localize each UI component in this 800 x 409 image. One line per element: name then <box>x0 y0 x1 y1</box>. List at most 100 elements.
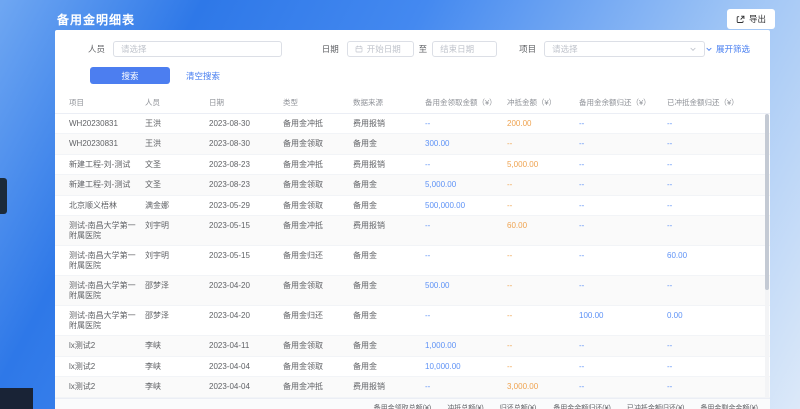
table-cell: 文圣 <box>141 155 205 175</box>
filter-actions: 搜索 清空搜索 <box>55 57 770 93</box>
export-button[interactable]: 导出 <box>727 9 775 29</box>
table-cell: 北京顺义梧林 <box>65 196 141 216</box>
table-header-row: 项目人员日期类型数据来源备用金领取金额（¥）冲抵金额（¥）备用金余额归还（¥）已… <box>55 93 770 114</box>
clear-search-link[interactable]: 清空搜索 <box>186 70 220 82</box>
table-cell: 10,000.00 <box>421 357 503 377</box>
summary-items: 备用金领取总额(¥)5,963,501.56冲抵总额(¥)43,601.00归还… <box>374 403 758 409</box>
search-button[interactable]: 搜索 <box>90 67 170 84</box>
table-row: 测试-南昌大学第一附属医院邵梦泽2023-04-20备用金领取备用金500.00… <box>55 276 770 306</box>
side-drawer-handle[interactable] <box>0 178 7 214</box>
summary-item-label: 归还总额(¥) <box>500 403 538 409</box>
table-cell: 2023-04-20 <box>205 276 279 296</box>
table-row: WH20230831王洪2023-08-30备用金领取备用金300.00----… <box>55 134 770 155</box>
date-end-input[interactable]: 结束日期 <box>432 41 497 57</box>
table-cell: -- <box>575 196 663 216</box>
calendar-icon <box>355 45 363 53</box>
summary-item: 备用金领取总额(¥)5,963,501.56 <box>374 403 432 409</box>
export-icon <box>736 15 745 24</box>
table-cell: -- <box>663 114 766 134</box>
table-cell: -- <box>575 377 663 397</box>
table-cell: 费用报销 <box>349 377 421 397</box>
table-cell: 200.00 <box>503 114 575 134</box>
column-header: 已冲抵金额归还（¥） <box>663 93 766 113</box>
filter-row: 人员 请选择 日期 开始日期 至 结束日期 项目 请选择 展开筛选 <box>55 30 770 57</box>
table-cell: -- <box>575 276 663 296</box>
project-select-input[interactable]: 请选择 <box>544 41 705 57</box>
table-cell: 备用金 <box>349 357 421 377</box>
table-cell: 备用金领取 <box>279 357 349 377</box>
expand-filter-link[interactable]: 展开筛选 <box>705 43 750 55</box>
summary-item-label: 备用金领取总额(¥) <box>374 403 432 409</box>
chevron-down-icon <box>689 45 697 53</box>
table-cell: 王洪 <box>141 134 205 154</box>
table-cell: -- <box>575 114 663 134</box>
table-cell: 5,000.00 <box>503 155 575 175</box>
table-cell: lx测试2 <box>65 336 141 356</box>
table-cell: 刘宇明 <box>141 216 205 236</box>
table-cell: -- <box>663 276 766 296</box>
table-cell: 备用金 <box>349 306 421 326</box>
table-cell: 备用金 <box>349 196 421 216</box>
table-cell: -- <box>575 155 663 175</box>
summary-row: 合计 备用金领取总额(¥)5,963,501.56冲抵总额(¥)43,601.0… <box>55 398 770 409</box>
table-cell: 备用金冲抵 <box>279 155 349 175</box>
table-row: lx测试2李峡2023-04-04备用金冲抵费用报销--3,000.00---- <box>55 377 770 398</box>
column-header: 人员 <box>141 93 205 113</box>
table-cell: 2023-04-04 <box>205 377 279 397</box>
date-range-separator: 至 <box>419 43 428 55</box>
date-end-placeholder: 结束日期 <box>440 43 474 55</box>
table-cell: 刘宇明 <box>141 246 205 266</box>
table-cell: -- <box>663 196 766 216</box>
table-cell: -- <box>503 306 575 326</box>
table-cell: 2023-05-15 <box>205 246 279 266</box>
table-cell: 1,000.00 <box>421 336 503 356</box>
table-cell: -- <box>663 175 766 195</box>
date-filter-label: 日期 <box>322 43 339 55</box>
table-cell: -- <box>663 357 766 377</box>
table-cell: 备用金冲抵 <box>279 216 349 236</box>
table-cell: 备用金冲抵 <box>279 377 349 397</box>
table-cell: 邵梦泽 <box>141 306 205 326</box>
column-header: 备用金余额归还（¥） <box>575 93 663 113</box>
table-cell: 500.00 <box>421 276 503 296</box>
table-cell: 2023-08-30 <box>205 114 279 134</box>
table-cell: 测试-南昌大学第一附属医院 <box>65 276 141 305</box>
table-cell: 2023-08-23 <box>205 155 279 175</box>
table-cell: 邵梦泽 <box>141 276 205 296</box>
table-cell: -- <box>575 336 663 356</box>
scrollbar-thumb[interactable] <box>765 114 769 290</box>
table-row: 测试-南昌大学第一附属医院刘宇明2023-05-15备用金冲抵费用报销--60.… <box>55 216 770 246</box>
table-cell: 李峡 <box>141 377 205 397</box>
expand-filter-label: 展开筛选 <box>716 43 750 55</box>
table-cell: -- <box>663 216 766 236</box>
table-cell: WH20230831 <box>65 134 141 154</box>
date-start-input[interactable]: 开始日期 <box>347 41 414 57</box>
table-cell: 文圣 <box>141 175 205 195</box>
table-row: 新建工程-刘-测试文圣2023-08-23备用金冲抵费用报销--5,000.00… <box>55 155 770 176</box>
table-cell: -- <box>503 196 575 216</box>
summary-item: 备用金余额归还(¥)170,881.00 <box>553 403 611 409</box>
column-header: 日期 <box>205 93 279 113</box>
table-cell: -- <box>663 134 766 154</box>
table-cell: 0.00 <box>663 306 766 326</box>
table-cell: -- <box>575 134 663 154</box>
table-cell: 备用金领取 <box>279 196 349 216</box>
table-cell: 备用金冲抵 <box>279 114 349 134</box>
table-cell: 2023-08-30 <box>205 134 279 154</box>
table-cell: 备用金领取 <box>279 134 349 154</box>
column-header: 数据来源 <box>349 93 421 113</box>
table-cell: 满金娜 <box>141 196 205 216</box>
person-filter-label: 人员 <box>88 43 105 55</box>
table-cell: -- <box>421 114 503 134</box>
table-cell: 李峡 <box>141 357 205 377</box>
summary-item-label: 已冲抵金额归还(¥) <box>627 403 685 409</box>
summary-item: 归还总额(¥)170,941.00 <box>500 403 538 409</box>
summary-item: 已冲抵金额归还(¥)60.00 <box>627 403 685 409</box>
table-scrollbar[interactable] <box>765 114 769 398</box>
table-cell: 测试-南昌大学第一附属医院 <box>65 216 141 245</box>
table-cell: 王洪 <box>141 114 205 134</box>
table-cell: -- <box>421 306 503 326</box>
column-header: 备用金领取金额（¥） <box>421 93 503 113</box>
table-cell: 2023-05-15 <box>205 216 279 236</box>
person-select-input[interactable]: 请选择 <box>113 41 282 57</box>
